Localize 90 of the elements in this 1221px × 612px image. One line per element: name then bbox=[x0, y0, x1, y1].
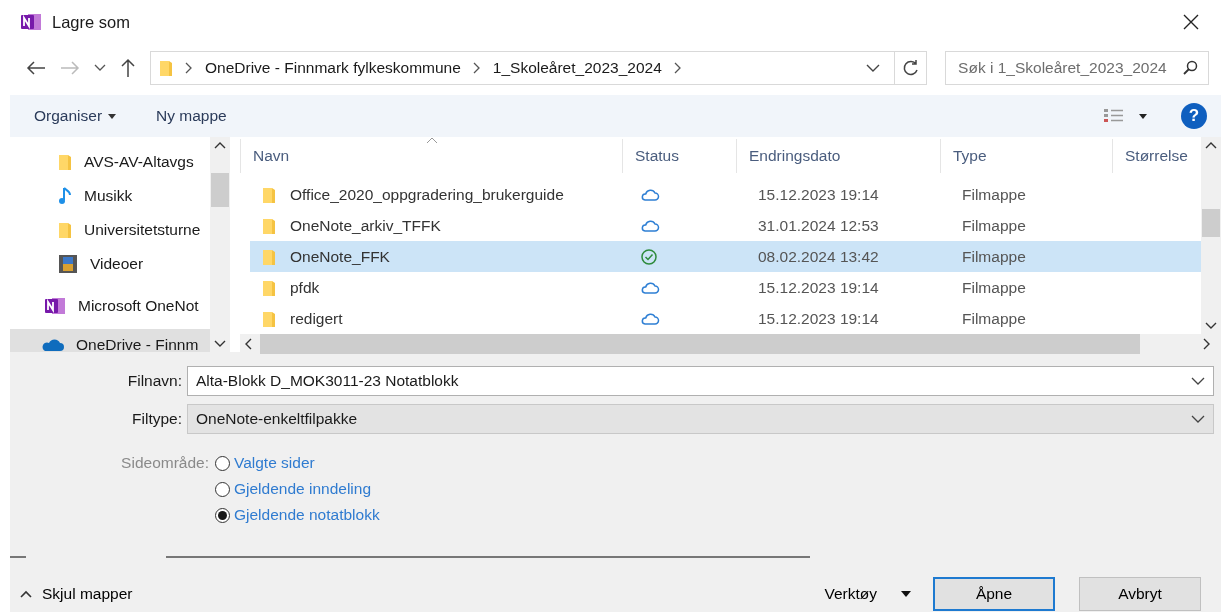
filetype-dropdown[interactable]: OneNote-enkeltfilpakke bbox=[187, 404, 1214, 434]
breadcrumb-item[interactable]: 1_Skoleåret_2023_2024 bbox=[492, 59, 662, 77]
scroll-down-icon[interactable] bbox=[1205, 322, 1217, 330]
folder-icon bbox=[262, 247, 276, 266]
table-cell: OneNote_arkiv_TFFK bbox=[250, 216, 632, 235]
breadcrumb-item[interactable]: OneDrive - Finnmark fylkeskommune bbox=[205, 59, 461, 77]
cloud-icon bbox=[640, 311, 660, 326]
chevron-up-icon bbox=[20, 590, 32, 598]
folder-icon bbox=[58, 221, 72, 239]
field-label: Filtype: bbox=[131, 410, 182, 428]
scroll-thumb[interactable] bbox=[211, 172, 229, 207]
refresh-icon bbox=[901, 59, 920, 77]
table-cell-text: Filmappe bbox=[961, 247, 1027, 266]
folder-icon bbox=[58, 153, 72, 171]
scroll-down-icon[interactable] bbox=[214, 340, 226, 348]
radio-button[interactable]: Valgte sider bbox=[215, 454, 1221, 472]
folder-icon bbox=[262, 309, 276, 328]
sidebar-item[interactable]: Microsoft OneNot bbox=[10, 289, 210, 323]
scroll-up-icon[interactable] bbox=[214, 141, 226, 149]
chevron-icon bbox=[673, 62, 682, 74]
folder-icon bbox=[159, 59, 173, 77]
column-header[interactable]: Navn bbox=[240, 139, 622, 173]
radio-button[interactable]: Gjeldende notatblokk bbox=[215, 506, 1221, 524]
table-cell-text: 15.12.2023 19:14 bbox=[757, 278, 880, 297]
search-field[interactable]: Søk i 1_Skoleåret_2023_2024 bbox=[945, 51, 1209, 85]
table-cell: OneNote_FFK bbox=[250, 247, 632, 266]
hide-folders-button[interactable]: Skjul mapper bbox=[20, 585, 133, 603]
chevron-down-icon[interactable] bbox=[1191, 414, 1205, 424]
address-bar[interactable]: OneDrive - Finnmark fylkeskommune 1_Skoleåret_2023_2024 bbox=[150, 51, 895, 85]
table-cell-text: Filmappe bbox=[961, 309, 1027, 328]
table-cell-text: Filmappe bbox=[961, 216, 1027, 235]
scroll-up-icon[interactable] bbox=[1205, 141, 1217, 149]
chevron-icon bbox=[472, 62, 481, 74]
refresh-button[interactable] bbox=[895, 51, 928, 85]
cloud-icon bbox=[40, 338, 64, 352]
radio-button[interactable]: Gjeldende inndeling bbox=[215, 480, 1221, 498]
sidebar-item[interactable]: OneDrive - Finnm bbox=[10, 329, 210, 352]
onenote-icon bbox=[20, 12, 42, 32]
sidebar-item[interactable]: Videoer bbox=[10, 247, 210, 281]
cloud-icon bbox=[640, 187, 660, 202]
file-row[interactable]: redigert 15.12.2023 19:14 Filmappe bbox=[250, 303, 1201, 334]
folder-icon bbox=[262, 216, 276, 235]
film-icon bbox=[58, 254, 78, 274]
cloud-icon bbox=[640, 218, 660, 233]
table-cell-text: Filmappe bbox=[961, 185, 1027, 204]
folder-icon bbox=[262, 185, 276, 204]
sidebar-item[interactable]: Musikk bbox=[10, 179, 210, 213]
scroll-right-icon[interactable] bbox=[1203, 338, 1211, 350]
new-folder-button[interactable]: Ny mappe bbox=[156, 107, 227, 125]
table-cell-text: 08.02.2024 13:42 bbox=[757, 247, 880, 266]
scroll-left-icon[interactable] bbox=[244, 338, 252, 350]
folder-icon bbox=[262, 278, 276, 297]
table-cell-text: 31.01.2024 12:53 bbox=[757, 216, 880, 235]
field-label: Filnavn: bbox=[126, 372, 182, 390]
table-cell: redigert bbox=[250, 309, 632, 328]
help-button[interactable]: ? bbox=[1181, 103, 1207, 129]
column-header[interactable]: Type bbox=[940, 139, 1112, 173]
chevron-icon bbox=[185, 62, 193, 74]
tools-menu[interactable]: Verktøy bbox=[824, 585, 911, 603]
field-label: Sideområde: bbox=[120, 454, 210, 472]
table-cell-text: Filmappe bbox=[961, 278, 1027, 297]
scroll-thumb[interactable] bbox=[1202, 209, 1220, 237]
sidebar-item[interactable]: Universitetsturne bbox=[10, 213, 210, 247]
window-title: Lagre som bbox=[52, 12, 130, 32]
file-row[interactable]: OneNote_FFK 08.02.2024 13:42 Filmappe bbox=[250, 241, 1201, 272]
cancel-button[interactable]: Avbryt bbox=[1079, 577, 1201, 611]
file-row[interactable]: Office_2020_oppgradering_brukerguide 15.12.2023 19:14 Filmappe bbox=[250, 179, 1201, 210]
caret-icon bbox=[901, 591, 911, 597]
view-options-button[interactable] bbox=[1103, 108, 1147, 124]
table-cell-text: 15.12.2023 19:14 bbox=[757, 185, 880, 204]
cloud-icon bbox=[640, 280, 660, 295]
table-cell-text: 15.12.2023 19:14 bbox=[757, 309, 880, 328]
scrollbar[interactable] bbox=[210, 137, 230, 352]
sidebar-item[interactable]: AVS-AV-Altavgs bbox=[10, 145, 210, 179]
onenote-icon bbox=[44, 296, 66, 316]
check-circle-icon bbox=[640, 247, 658, 266]
search-icon bbox=[1182, 60, 1198, 76]
open-button[interactable]: Åpne bbox=[933, 577, 1055, 611]
column-header[interactable]: Endringsdato bbox=[736, 139, 940, 173]
filename-field[interactable]: Alta-Blokk D_MOK3011-23 Notatblokk bbox=[187, 366, 1214, 396]
organize-menu[interactable]: Organiser bbox=[34, 107, 117, 125]
scrollbar[interactable] bbox=[1201, 137, 1221, 334]
table-cell: pfdk bbox=[250, 278, 632, 297]
music-note-icon bbox=[58, 186, 72, 206]
table-cell: Office_2020_oppgradering_brukerguide bbox=[250, 185, 632, 204]
file-row[interactable]: pfdk 15.12.2023 19:14 Filmappe bbox=[250, 272, 1201, 303]
column-header[interactable]: Status bbox=[622, 139, 736, 173]
caret-icon bbox=[108, 113, 117, 119]
file-row[interactable]: OneNote_arkiv_TFFK 31.01.2024 12:53 Filmappe bbox=[250, 210, 1201, 241]
chevron-down-icon[interactable] bbox=[1191, 376, 1205, 386]
